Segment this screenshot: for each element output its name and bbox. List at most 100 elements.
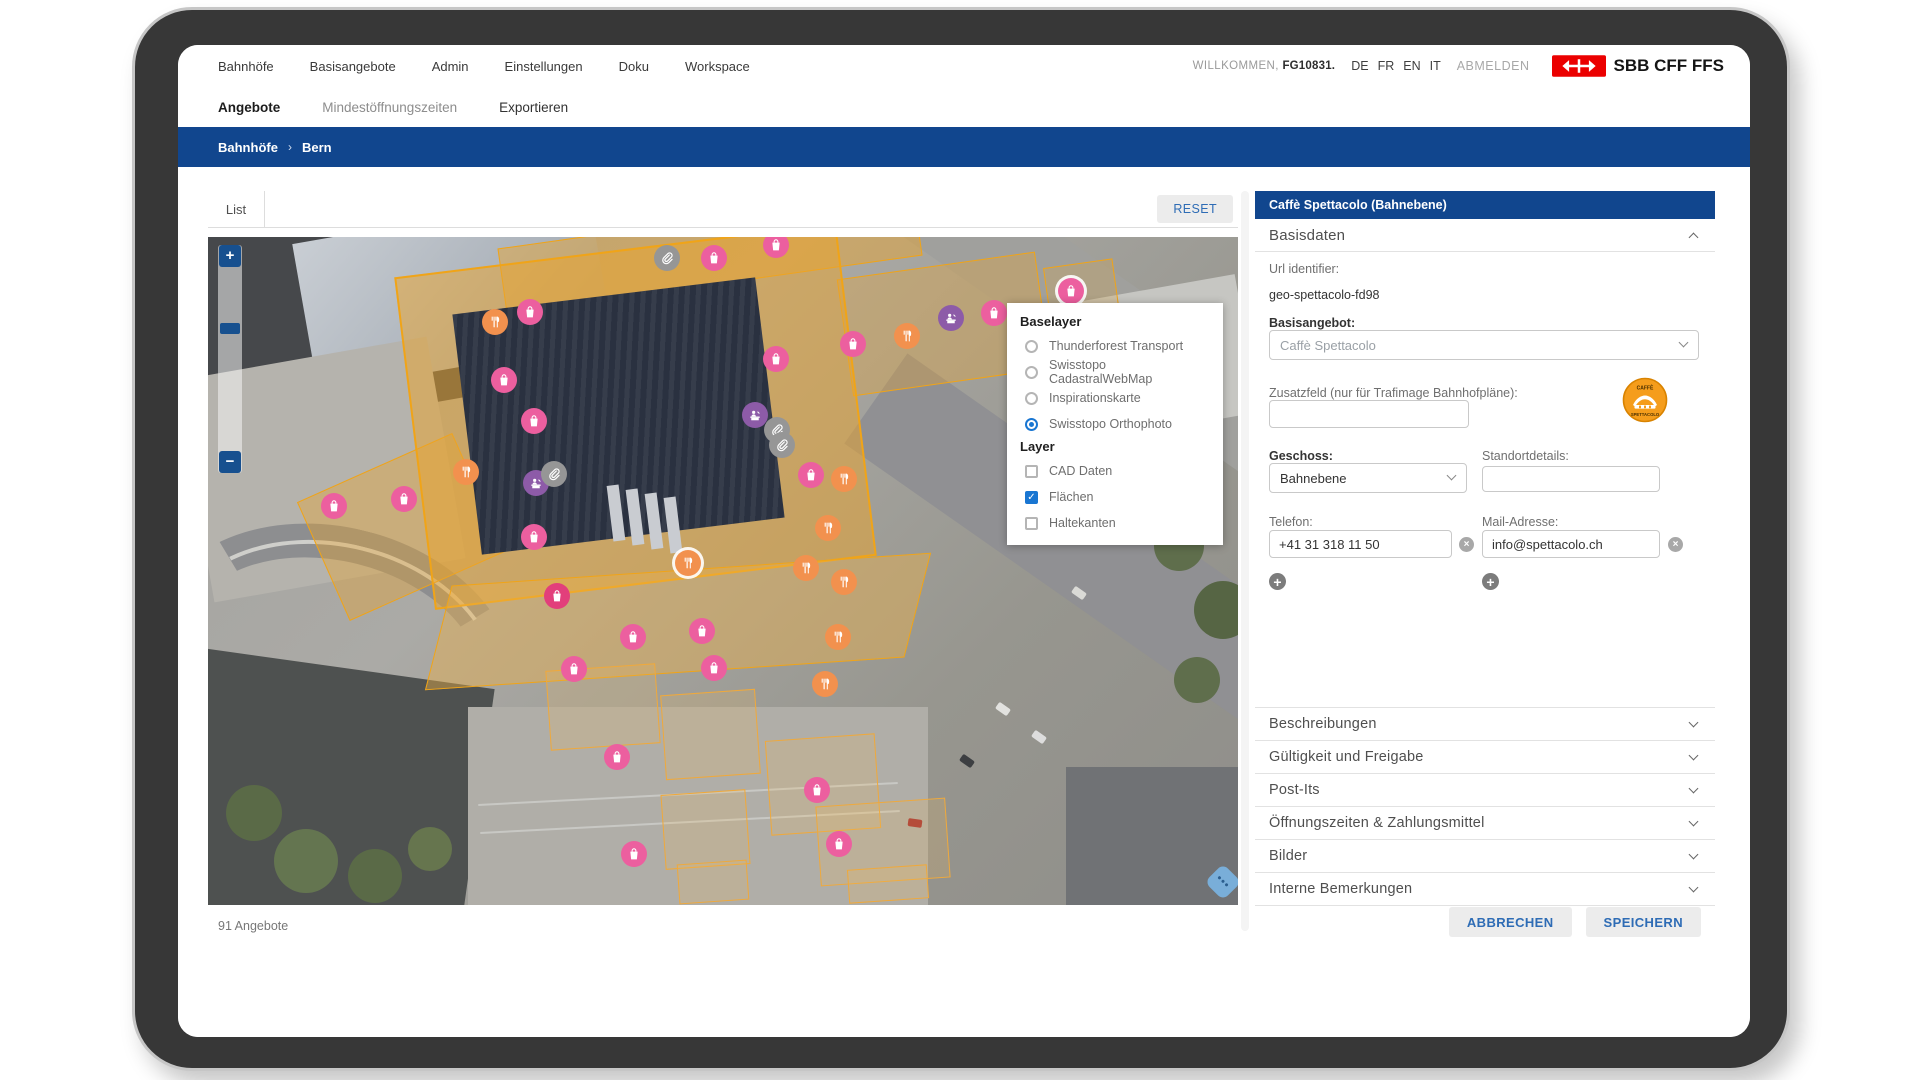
bag-poi-icon[interactable] xyxy=(1058,278,1084,304)
food-poi-icon[interactable] xyxy=(675,550,701,576)
main-nav-admin[interactable]: Admin xyxy=(432,59,469,74)
clear-telefon-icon[interactable]: × xyxy=(1459,537,1474,552)
lang-en[interactable]: EN xyxy=(1403,59,1420,73)
area-overlay[interactable] xyxy=(847,864,929,903)
food-poi-icon[interactable] xyxy=(453,459,479,485)
food-poi-icon[interactable] xyxy=(825,624,851,650)
bag-poi-icon[interactable] xyxy=(604,744,630,770)
bag-poi-icon[interactable] xyxy=(491,367,517,393)
main-nav-basisangebote[interactable]: Basisangebote xyxy=(310,59,396,74)
main-nav-bahnhofe[interactable]: Bahnhöfe xyxy=(218,59,274,74)
checkbox-icon[interactable] xyxy=(1025,517,1038,530)
breadcrumb-bahnhofe[interactable]: Bahnhöfe xyxy=(218,140,278,155)
clear-mail-icon[interactable]: × xyxy=(1668,537,1683,552)
bag-poi-icon[interactable] xyxy=(826,831,852,857)
tab-mindestoffnungszeiten[interactable]: Mindestöffnungszeiten xyxy=(322,100,457,115)
baselayer-option-swisstopo-cadastralwebmap[interactable]: Swisstopo CadastralWebMap xyxy=(1020,359,1210,385)
bag-poi-icon[interactable] xyxy=(561,656,587,682)
food-poi-icon[interactable] xyxy=(815,515,841,541)
checkbox-icon[interactable]: ✓ xyxy=(1025,491,1038,504)
add-telefon-button[interactable]: + xyxy=(1269,573,1286,590)
bag-poi-icon[interactable] xyxy=(763,346,789,372)
clip-poi-icon[interactable] xyxy=(654,245,680,271)
layer-label: Haltekanten xyxy=(1049,516,1116,530)
telefon-input[interactable] xyxy=(1269,530,1452,558)
bag-poi-icon[interactable] xyxy=(798,462,824,488)
area-overlay[interactable] xyxy=(677,860,750,905)
lang-de[interactable]: DE xyxy=(1351,59,1368,73)
radio-icon[interactable] xyxy=(1025,418,1038,431)
food-poi-icon[interactable] xyxy=(793,555,819,581)
section-bilder[interactable]: Bilder xyxy=(1255,840,1715,873)
bag-poi-icon[interactable] xyxy=(689,618,715,644)
mail-input[interactable] xyxy=(1482,530,1660,558)
area-overlay[interactable] xyxy=(660,689,761,780)
radio-icon[interactable] xyxy=(1025,340,1038,353)
food-poi-icon[interactable] xyxy=(831,569,857,595)
bag-poi-icon[interactable] xyxy=(840,331,866,357)
zoom-slider-track[interactable] xyxy=(218,245,242,473)
bag-poi-icon[interactable] xyxy=(544,583,570,609)
bag-poi-icon[interactable] xyxy=(981,300,1007,326)
geschoss-label: Geschoss: xyxy=(1269,449,1333,463)
basisangebot-select[interactable]: Caffè Spettacolo xyxy=(1269,330,1699,360)
food-poi-icon[interactable] xyxy=(482,309,508,335)
radio-icon[interactable] xyxy=(1025,366,1038,379)
main-nav-doku[interactable]: Doku xyxy=(619,59,649,74)
breadcrumb-bern[interactable]: Bern xyxy=(302,140,332,155)
layer-option-cad-daten[interactable]: CAD Daten xyxy=(1020,458,1210,484)
section-post-its[interactable]: Post-Its xyxy=(1255,774,1715,807)
map-canvas[interactable]: + − Baselayer Thunderforest TransportSwi… xyxy=(208,237,1238,905)
clip-poi-icon[interactable] xyxy=(769,432,795,458)
bag-poi-icon[interactable] xyxy=(620,624,646,650)
tab-angebote[interactable]: Angebote xyxy=(218,100,280,115)
food-poi-icon[interactable] xyxy=(831,466,857,492)
standortdetails-input[interactable] xyxy=(1482,466,1660,492)
bag-poi-icon[interactable] xyxy=(701,655,727,681)
checkbox-icon[interactable] xyxy=(1025,465,1038,478)
tab-list[interactable]: List xyxy=(208,191,265,227)
zoom-slider-handle[interactable] xyxy=(220,323,240,334)
lang-fr[interactable]: FR xyxy=(1378,59,1395,73)
bag-poi-icon[interactable] xyxy=(391,486,417,512)
baselayer-option-inspirationskarte[interactable]: Inspirationskarte xyxy=(1020,385,1210,411)
section-interne-bemerkungen[interactable]: Interne Bemerkungen xyxy=(1255,873,1715,906)
area-overlay[interactable] xyxy=(660,789,750,870)
baselayer-option-thunderforest-transport[interactable]: Thunderforest Transport xyxy=(1020,333,1210,359)
main-nav-workspace[interactable]: Workspace xyxy=(685,59,750,74)
cancel-button[interactable]: ABBRECHEN xyxy=(1449,907,1572,937)
zoom-in-button[interactable]: + xyxy=(219,245,241,267)
bag-poi-icon[interactable] xyxy=(521,524,547,550)
zoom-out-button[interactable]: − xyxy=(219,451,241,473)
section-basisdaten[interactable]: Basisdaten xyxy=(1255,219,1715,252)
baselayer-label: Swisstopo Orthophoto xyxy=(1049,417,1172,431)
tab-exportieren[interactable]: Exportieren xyxy=(499,100,568,115)
add-mail-button[interactable]: + xyxy=(1482,573,1499,590)
logout-link[interactable]: ABMELDEN xyxy=(1457,59,1530,73)
scrollbar[interactable] xyxy=(1241,191,1249,931)
layer-option-flachen[interactable]: ✓Flächen xyxy=(1020,484,1210,510)
bag-poi-icon[interactable] xyxy=(517,299,543,325)
food-poi-icon[interactable] xyxy=(812,671,838,697)
radio-icon[interactable] xyxy=(1025,392,1038,405)
section-offnungszeiten-zahlungsmittel[interactable]: Öffnungszeiten & Zahlungsmittel xyxy=(1255,807,1715,840)
bag-poi-icon[interactable] xyxy=(521,408,547,434)
reset-button[interactable]: RESET xyxy=(1157,195,1233,223)
section-gultigkeit-und-freigabe[interactable]: Gültigkeit und Freigabe xyxy=(1255,741,1715,774)
zusatzfeld-input[interactable] xyxy=(1269,400,1469,428)
bag-poi-icon[interactable] xyxy=(701,245,727,271)
main-nav-einstellungen[interactable]: Einstellungen xyxy=(505,59,583,74)
bag-poi-icon[interactable] xyxy=(321,493,347,519)
baselayer-option-swisstopo-orthophoto[interactable]: Swisstopo Orthophoto xyxy=(1020,411,1210,437)
save-button[interactable]: SPEICHERN xyxy=(1586,907,1701,937)
terrain-shape xyxy=(1174,657,1220,703)
food-poi-icon[interactable] xyxy=(894,323,920,349)
bag-poi-icon[interactable] xyxy=(621,841,647,867)
clip-poi-icon[interactable] xyxy=(541,461,567,487)
layer-option-haltekanten[interactable]: Haltekanten xyxy=(1020,510,1210,536)
lang-it[interactable]: IT xyxy=(1430,59,1441,73)
section-beschreibungen[interactable]: Beschreibungen xyxy=(1255,708,1715,741)
geschoss-select[interactable]: Bahnebene xyxy=(1269,463,1467,493)
service-poi-icon[interactable] xyxy=(938,305,964,331)
bag-poi-icon[interactable] xyxy=(804,777,830,803)
